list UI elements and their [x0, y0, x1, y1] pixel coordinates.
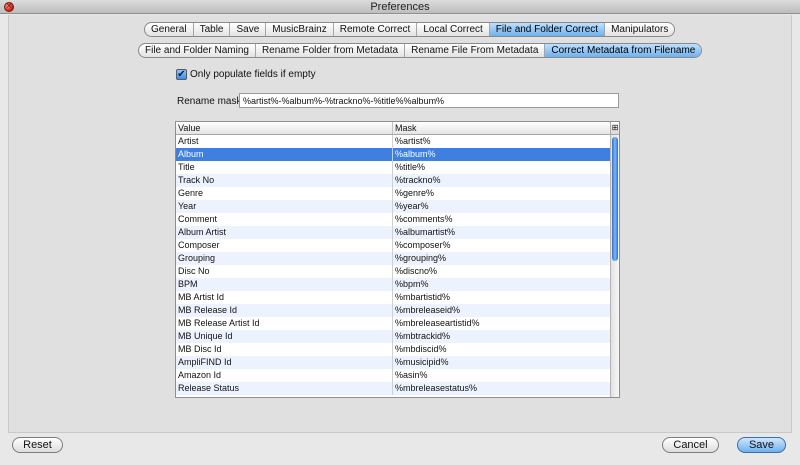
value-cell: Year — [176, 200, 393, 213]
close-window-button[interactable]: × — [4, 1, 14, 12]
value-cell: Release Status — [176, 382, 393, 395]
table-row[interactable]: Artist %artist% — [176, 135, 611, 148]
column-chooser-icon: ⊞ — [611, 123, 619, 132]
tab-remote-correct[interactable]: Remote Correct — [334, 23, 418, 36]
table-row[interactable]: Title %title% — [176, 161, 611, 174]
table-row[interactable]: MB Unique Id %mbtrackid% — [176, 330, 611, 343]
mask-cell[interactable]: %musicipid% — [393, 356, 611, 369]
mask-cell[interactable]: %title% — [393, 161, 611, 174]
subtab-correct-metadata-from-filename[interactable]: Correct Metadata from Filename — [545, 44, 702, 57]
table-row[interactable]: Album %album% — [176, 148, 611, 161]
mask-cell[interactable]: %mbreleaseid% — [393, 304, 611, 317]
value-cell: AmpliFIND Id — [176, 356, 393, 369]
populate-if-empty-checkbox[interactable]: ✔ — [176, 69, 187, 80]
value-cell: Album — [176, 148, 393, 161]
tab-musicbrainz[interactable]: MusicBrainz — [266, 23, 334, 36]
tab-general[interactable]: General — [145, 23, 194, 36]
value-cell: BPM — [176, 278, 393, 291]
mask-cell[interactable]: %album% — [393, 148, 611, 161]
table-row[interactable]: MB Release Id %mbreleaseid% — [176, 304, 611, 317]
reset-button[interactable]: Reset — [12, 437, 63, 453]
value-cell: Composer — [176, 239, 393, 252]
mask-cell[interactable]: %mbartistid% — [393, 291, 611, 304]
mask-cell[interactable]: %mbtrackid% — [393, 330, 611, 343]
populate-if-empty-label: Only populate fields if empty — [190, 69, 316, 80]
mask-cell[interactable]: %mbreleasestatus% — [393, 382, 611, 395]
tab-save[interactable]: Save — [230, 23, 267, 36]
table-row[interactable]: Release Status %mbreleasestatus% — [176, 382, 611, 395]
main-tab-bar: General Table Save MusicBrainz Remote Correc… — [144, 22, 676, 37]
mask-cell[interactable]: %comments% — [393, 213, 611, 226]
mask-cell[interactable]: %albumartist% — [393, 226, 611, 239]
value-cell: Title — [176, 161, 393, 174]
table-row[interactable]: MB Release Artist Id %mbreleaseartistid% — [176, 317, 611, 330]
close-icon: × — [5, 1, 13, 10]
value-cell: Comment — [176, 213, 393, 226]
mask-cell[interactable]: %year% — [393, 200, 611, 213]
column-header-mask[interactable]: Mask — [393, 122, 611, 134]
mask-cell[interactable]: %asin% — [393, 369, 611, 382]
sub-tab-bar: File and Folder Naming Rename Folder from… — [138, 43, 703, 58]
table-row[interactable]: MB Disc Id %mbdiscid% — [176, 343, 611, 356]
checkmark-icon: ✔ — [177, 69, 186, 80]
value-cell: MB Artist Id — [176, 291, 393, 304]
scrollbar-thumb[interactable] — [612, 137, 618, 261]
title-bar: × Preferences — [0, 0, 800, 14]
table-row[interactable]: Comment %comments% — [176, 213, 611, 226]
value-cell: Artist — [176, 135, 393, 148]
table-row[interactable]: Composer %composer% — [176, 239, 611, 252]
value-cell: Track No — [176, 174, 393, 187]
table-header: Value Mask — [176, 122, 611, 135]
table-scrollbar[interactable] — [610, 135, 619, 397]
value-cell: Genre — [176, 187, 393, 200]
mask-cell[interactable]: %bpm% — [393, 278, 611, 291]
mask-cell[interactable]: %grouping% — [393, 252, 611, 265]
tab-table[interactable]: Table — [194, 23, 231, 36]
mask-cell[interactable]: %mbreleaseartistid% — [393, 317, 611, 330]
tab-local-correct[interactable]: Local Correct — [417, 23, 490, 36]
tab-file-and-folder-correct[interactable]: File and Folder Correct — [489, 23, 606, 36]
rename-mask-label: Rename mask — [177, 96, 242, 107]
mask-table: Value Mask ⊞ Artist %artist% Album %album% T… — [175, 121, 620, 398]
table-row[interactable]: Amazon Id %asin% — [176, 369, 611, 382]
table-row[interactable]: Genre %genre% — [176, 187, 611, 200]
table-row[interactable]: AmpliFIND Id %musicipid% — [176, 356, 611, 369]
populate-option-row: ✔ Only populate fields if empty — [176, 69, 316, 80]
table-row[interactable]: Grouping %grouping% — [176, 252, 611, 265]
mask-cell[interactable]: %genre% — [393, 187, 611, 200]
subtab-file-and-folder-naming[interactable]: File and Folder Naming — [139, 44, 256, 57]
mask-cell[interactable]: %discno% — [393, 265, 611, 278]
table-row[interactable]: Year %year% — [176, 200, 611, 213]
table-row[interactable]: Album Artist %albumartist% — [176, 226, 611, 239]
tab-manipulators[interactable]: Manipulators — [605, 23, 674, 36]
mask-cell[interactable]: %trackno% — [393, 174, 611, 187]
mask-cell[interactable]: %mbdiscid% — [393, 343, 611, 356]
table-body: Artist %artist% Album %album% Title %title% Tr… — [176, 135, 611, 395]
cancel-button[interactable]: Cancel — [662, 437, 719, 453]
value-cell: MB Release Id — [176, 304, 393, 317]
column-chooser-button[interactable]: ⊞ — [610, 122, 619, 135]
subtab-rename-folder-from-metadata[interactable]: Rename Folder from Metadata — [256, 44, 406, 57]
column-header-value[interactable]: Value — [176, 122, 393, 134]
table-row[interactable]: Track No %trackno% — [176, 174, 611, 187]
value-cell: Disc No — [176, 265, 393, 278]
subtab-rename-file-from-metadata[interactable]: Rename File From Metadata — [405, 44, 546, 57]
value-cell: Grouping — [176, 252, 393, 265]
value-cell: MB Release Artist Id — [176, 317, 393, 330]
table-row[interactable]: MB Artist Id %mbartistid% — [176, 291, 611, 304]
rename-mask-input[interactable] — [239, 93, 619, 108]
mask-cell[interactable]: %artist% — [393, 135, 611, 148]
value-cell: MB Unique Id — [176, 330, 393, 343]
save-button[interactable]: Save — [737, 437, 786, 453]
value-cell: MB Disc Id — [176, 343, 393, 356]
value-cell: Album Artist — [176, 226, 393, 239]
table-row[interactable]: Disc No %discno% — [176, 265, 611, 278]
window-title: Preferences — [370, 1, 430, 13]
table-row[interactable]: BPM %bpm% — [176, 278, 611, 291]
value-cell: Amazon Id — [176, 369, 393, 382]
mask-cell[interactable]: %composer% — [393, 239, 611, 252]
